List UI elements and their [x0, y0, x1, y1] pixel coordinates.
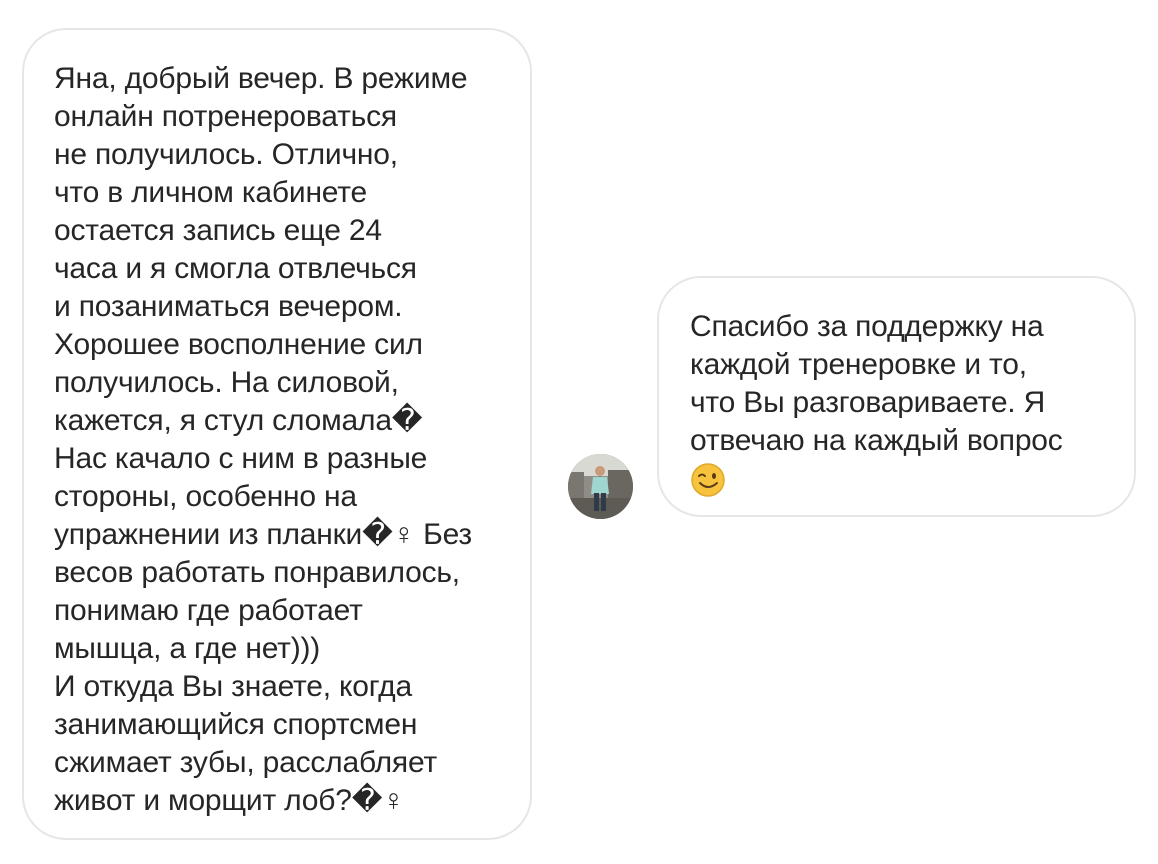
message-line: Нас качало с ним в разные	[54, 442, 428, 475]
outgoing-message-bubble[interactable]: Спасибо за поддержку на каждой тренеровк…	[657, 276, 1136, 517]
message-line: что в личном кабинете	[54, 176, 367, 209]
message-line: мышца, а где нет)))	[54, 632, 321, 665]
message-line: понимаю где работает	[54, 594, 363, 627]
message-line: живот и морщит лоб?�♀	[54, 784, 405, 817]
message-line: остается запись еще 24	[54, 214, 382, 247]
winking-face-icon	[691, 463, 725, 497]
message-line: часа и я смогла отвлечься	[54, 252, 417, 285]
message-line: весов работать понравилось,	[54, 556, 460, 589]
message-line: и позаниматься вечером.	[54, 290, 403, 323]
message-line: не получилось. Отлично,	[54, 138, 398, 171]
avatar-photo	[568, 454, 633, 519]
message-line: сжимает зубы, расслабляет	[54, 746, 437, 779]
message-line: онлайн потренероваться	[54, 100, 397, 133]
message-line: Спасибо за поддержку на	[690, 310, 1044, 343]
message-line: стороны, особенно на	[54, 480, 357, 513]
message-line: И откуда Вы знаете, когда	[54, 670, 412, 703]
message-line: что Вы разговариваете. Я	[690, 386, 1046, 419]
message-line: каждой тренеровке и то,	[690, 348, 1027, 381]
avatar[interactable]	[568, 454, 633, 519]
message-line: кажется, я стул сломала�	[54, 404, 423, 437]
message-line: занимающийся спортсмен	[54, 708, 418, 741]
message-line: Хорошее восполнение сил	[54, 328, 423, 361]
message-line: упражнении из планки�♀ Без	[54, 518, 472, 551]
message-line: получилось. На силовой,	[54, 366, 399, 399]
message-line: отвечаю на каждый вопрос	[690, 424, 1063, 457]
incoming-message-bubble[interactable]: Яна, добрый вечер. В режиме онлайн потре…	[22, 28, 532, 840]
message-line: Яна, добрый вечер. В режиме	[54, 62, 468, 95]
